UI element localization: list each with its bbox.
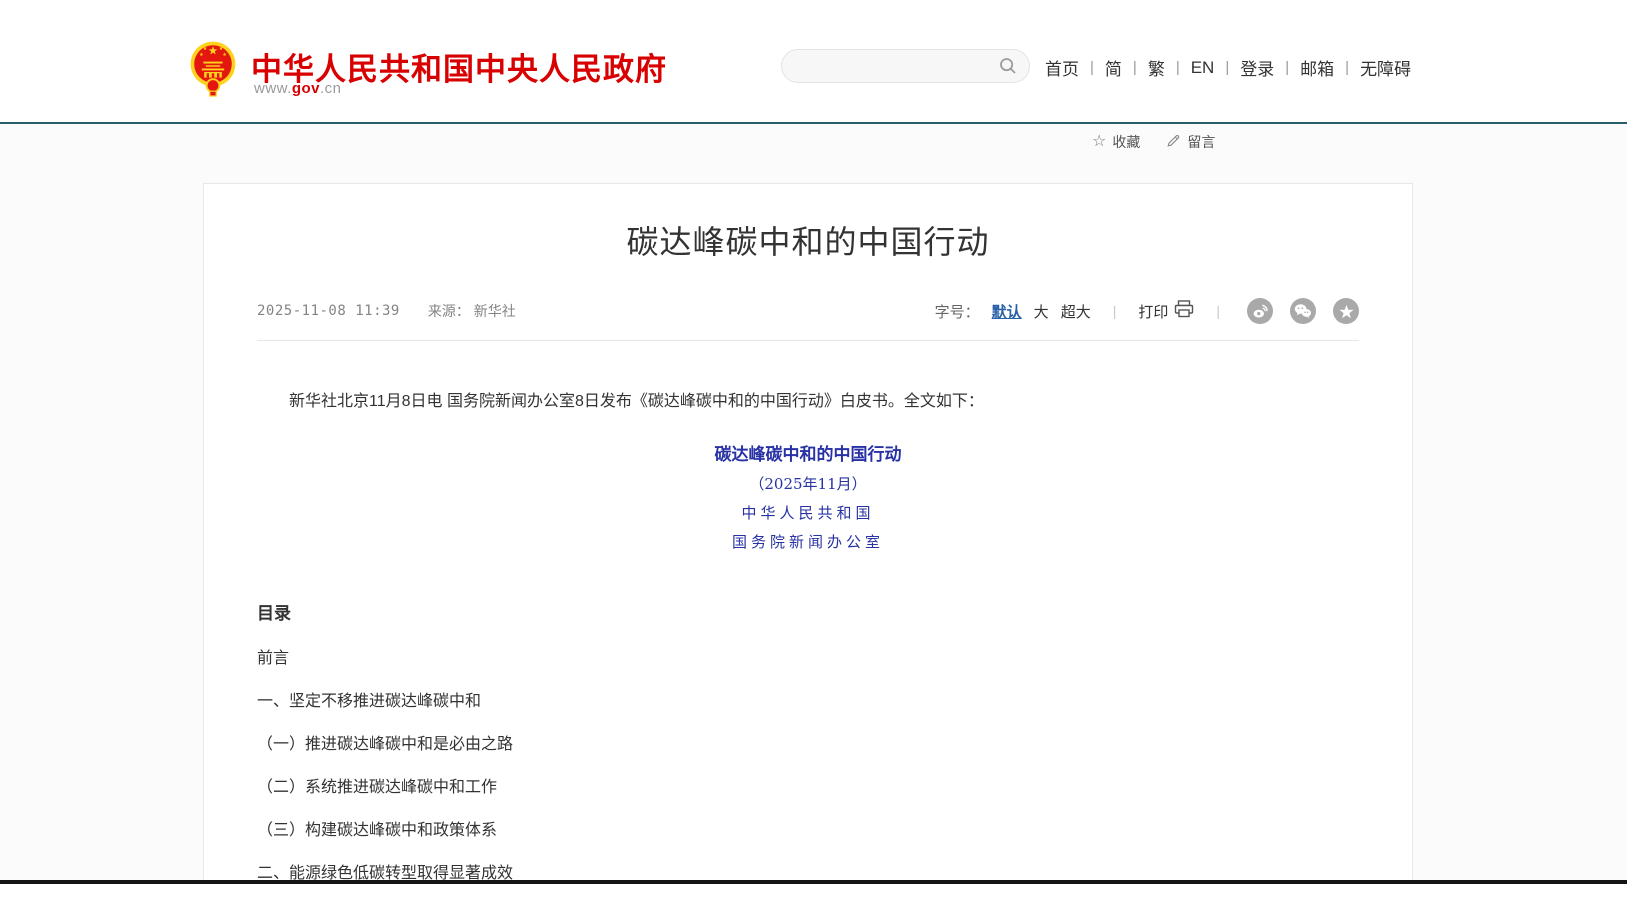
pencil-icon: [1166, 133, 1181, 151]
meta-divider: [257, 340, 1359, 341]
font-size-default-button[interactable]: 默认: [992, 301, 1022, 322]
comment-button[interactable]: 留言: [1166, 132, 1215, 152]
national-emblem-icon: [189, 38, 237, 98]
site-url-suffix: .cn: [320, 80, 342, 97]
source-value: 新华社: [474, 303, 516, 319]
weibo-icon[interactable]: [1247, 298, 1273, 324]
font-size-xlarge-button[interactable]: 超大: [1061, 301, 1091, 322]
toc-heading: 目录: [257, 599, 1359, 624]
article-meta: 2025-11-08 11:39 来源： 新华社 字号： 默认 大 超大 | 打…: [257, 300, 1359, 322]
toc-item-1-1: （一）推进碳达峰碳中和是必由之路: [257, 737, 1359, 753]
nav-home[interactable]: 首页: [1045, 55, 1090, 80]
toc-item-1-3: （三）构建碳达峰碳中和政策体系: [257, 823, 1359, 839]
publish-date: 2025-11-08 11:39: [257, 303, 400, 319]
document-date: （2025年11月）: [257, 470, 1359, 499]
page: 中华人民共和国中央人民政府 www.gov.cn 首页| 简| 繁| EN| 登…: [0, 0, 1627, 915]
wechat-icon[interactable]: [1290, 298, 1316, 324]
favorite-label: 收藏: [1112, 132, 1140, 152]
font-size-large-button[interactable]: 大: [1034, 301, 1049, 322]
page-title: 碳达峰碳中和的中国行动: [257, 220, 1359, 264]
lead-paragraph: 新华社北京11月8日电 国务院新闻办公室8日发布《碳达峰碳中和的中国行动》白皮书…: [257, 389, 1359, 415]
search-input[interactable]: [798, 58, 997, 74]
site-header: 中华人民共和国中央人民政府 www.gov.cn 首页| 简| 繁| EN| 登…: [0, 0, 1627, 124]
document-heading-block: 碳达峰碳中和的中国行动 （2025年11月） 中华人民共和国 国务院新闻办公室: [257, 441, 1359, 557]
nav-english[interactable]: EN: [1180, 58, 1226, 78]
font-size-label: 字号：: [935, 301, 980, 322]
search-icon[interactable]: [997, 55, 1019, 77]
document-org-line2: 国务院新闻办公室: [257, 528, 1359, 557]
printer-icon: [1174, 300, 1194, 322]
bottom-strip: [0, 884, 1627, 915]
share-star-icon[interactable]: [1333, 298, 1359, 324]
article-actions: ☆ 收藏 留言: [1092, 132, 1215, 152]
meta-toolbar: 字号： 默认 大 超大 | 打印 |: [935, 298, 1359, 324]
source: 来源： 新华社: [428, 301, 516, 321]
toolbar-separator: |: [1103, 303, 1127, 319]
nav-accessibility[interactable]: 无障碍: [1349, 55, 1422, 80]
favorite-button[interactable]: ☆ 收藏: [1092, 132, 1140, 152]
toc-item-1-2: （二）系统推进碳达峰碳中和工作: [257, 780, 1359, 796]
nav-traditional[interactable]: 繁: [1137, 55, 1176, 80]
print-button[interactable]: 打印: [1138, 300, 1194, 322]
document-org-line1: 中华人民共和国: [257, 499, 1359, 528]
print-label: 打印: [1138, 301, 1168, 322]
toolbar-separator: |: [1206, 303, 1230, 319]
site-url: www.gov.cn: [254, 80, 342, 97]
nav-mail[interactable]: 邮箱: [1289, 55, 1345, 80]
toc-item-preface: 前言: [257, 651, 1359, 667]
toc-item-1: 一、坚定不移推进碳达峰碳中和: [257, 694, 1359, 710]
site-url-prefix: www.: [254, 80, 292, 97]
source-label: 来源：: [428, 303, 470, 319]
star-icon: ☆: [1092, 134, 1106, 150]
bottom-edge-bar: [0, 880, 1627, 884]
top-nav: 首页| 简| 繁| EN| 登录| 邮箱| 无障碍: [1045, 55, 1422, 80]
search-box: [781, 49, 1030, 83]
comment-label: 留言: [1187, 132, 1215, 152]
meta-left: 2025-11-08 11:39 来源： 新华社: [257, 301, 516, 321]
site-url-brand: gov: [292, 80, 320, 97]
nav-login[interactable]: 登录: [1229, 55, 1285, 80]
nav-simplified[interactable]: 简: [1094, 55, 1133, 80]
article-card: 碳达峰碳中和的中国行动 2025-11-08 11:39 来源： 新华社 字号：…: [203, 183, 1413, 880]
document-title: 碳达峰碳中和的中国行动: [257, 441, 1359, 470]
